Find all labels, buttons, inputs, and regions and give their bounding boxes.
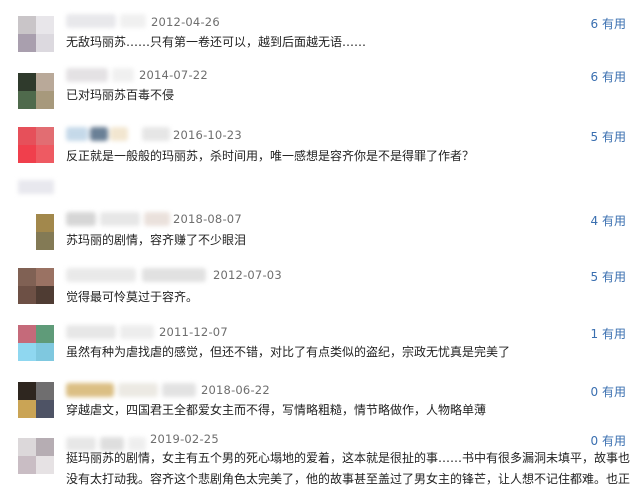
comment-text: 挺玛丽苏的剧情，女主有五个男的死心塌地的爱着，这本就是很扯的事……书中有很多漏洞… [66, 451, 631, 465]
comment-text: 穿越虐文，四国君王全都爱女主而不得，写情略粗糙，情节略做作，人物略单薄 [66, 403, 487, 417]
comment-date: 2018-06-22 [201, 383, 270, 397]
useful-count[interactable]: 4 有用 [591, 212, 626, 229]
avatar-pixel [36, 34, 54, 52]
useful-count[interactable]: 6 有用 [591, 15, 626, 32]
comment-text: 苏玛丽的剧情，容齐赚了不少眼泪 [66, 233, 247, 247]
comment-date: 2018-08-07 [173, 212, 242, 226]
username-blurred[interactable] [66, 212, 170, 226]
username-blurred[interactable] [66, 325, 154, 339]
comment-date: 2016-10-23 [173, 128, 242, 142]
user-avatar[interactable] [18, 214, 54, 250]
useful-count[interactable]: 1 有用 [591, 325, 626, 342]
comment-text: 觉得最可怜莫过于容齐。 [66, 290, 199, 304]
user-avatar[interactable] [18, 127, 54, 163]
useful-count[interactable]: 0 有用 [591, 383, 626, 400]
username-blurred[interactable] [66, 268, 206, 282]
useful-count[interactable]: 5 有用 [591, 268, 626, 285]
useful-count[interactable]: 6 有用 [591, 68, 626, 85]
comment-date: 2011-12-07 [159, 325, 228, 339]
comment-date: 2019-02-25 [150, 432, 219, 446]
blurred-placeholder [18, 180, 54, 194]
user-avatar[interactable] [18, 438, 54, 474]
comment-text: 虽然有种为虐找虐的感觉，但还不错，对比了有点类似的盗纪，宗政无忧真是完美了 [66, 345, 511, 359]
comment-list-screen: { "comments": [ {"date": "2012-04-26", "… [0, 0, 640, 496]
comment-text: 已对玛丽苏百毒不侵 [66, 88, 175, 102]
user-avatar[interactable] [18, 325, 54, 361]
useful-count[interactable]: 5 有用 [591, 128, 626, 145]
username-blurred[interactable] [66, 127, 170, 141]
username-blurred[interactable] [66, 68, 134, 82]
avatar-pixel [18, 16, 36, 34]
useful-count[interactable]: 0 有用 [591, 432, 626, 449]
avatar-pixel [18, 34, 36, 52]
comment-text: 反正就是一般般的玛丽苏，杀时间用，唯一感想是容齐你是不是得罪了作者？ [66, 149, 475, 163]
comment-date: 2014-07-22 [139, 68, 208, 82]
comment-date: 2012-07-03 [213, 268, 282, 282]
user-avatar[interactable] [18, 16, 54, 52]
username-blurred[interactable] [66, 383, 196, 397]
user-avatar[interactable] [18, 382, 54, 418]
avatar-pixel [36, 16, 54, 34]
comment-text-continued: 没有太打动我。容齐这个悲剧角色太完美了，他的故事甚至盖过了男女主的锋芒，让人想不… [66, 472, 631, 486]
comment-text: 无敌玛丽苏……只有第一卷还可以，越到后面越无语…… [66, 35, 367, 49]
username-blurred[interactable] [66, 14, 146, 28]
comment-date: 2012-04-26 [151, 15, 220, 29]
user-avatar[interactable] [18, 73, 54, 109]
user-avatar[interactable] [18, 268, 54, 304]
